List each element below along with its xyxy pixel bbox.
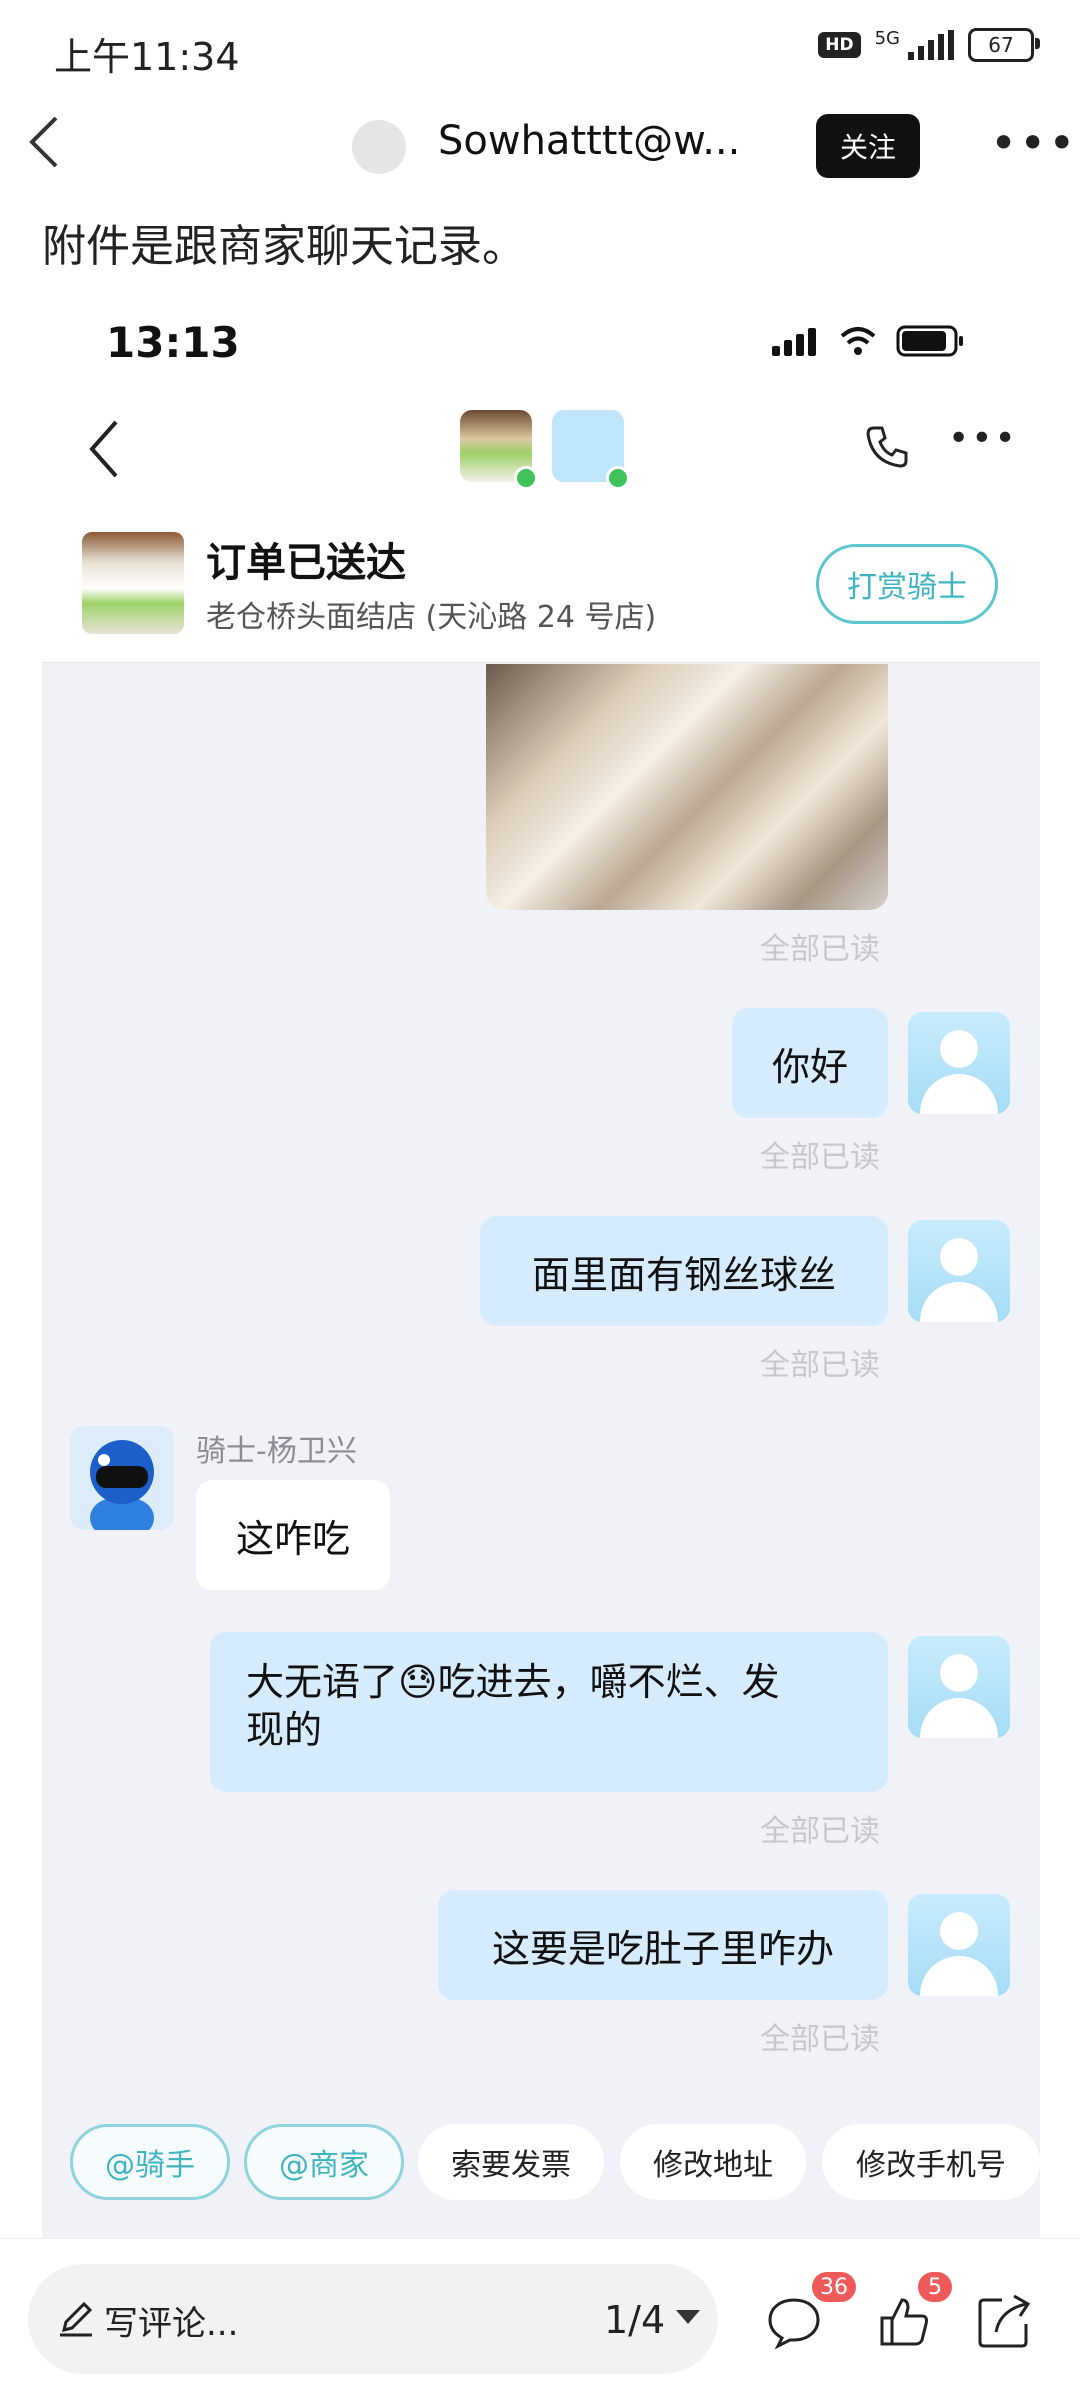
my-avatar (908, 1220, 1010, 1322)
rider-name: 骑士-杨卫兴 (196, 1434, 357, 1469)
share-icon[interactable] (976, 2292, 1034, 2350)
back-icon[interactable] (24, 112, 64, 172)
post-text: 附件是跟商家聊天记录。 (42, 221, 526, 272)
follow-button[interactable]: 关注 (816, 114, 920, 178)
quick-action-merchant[interactable]: @商家 (244, 2124, 404, 2200)
message-bubble: 你好 (732, 1008, 888, 1118)
my-avatar (908, 1894, 1010, 1996)
signal-icon (772, 328, 816, 356)
rider-avatar[interactable] (70, 1426, 174, 1530)
wifi-icon (840, 327, 876, 355)
status-time: 上午11:34 (54, 35, 240, 79)
read-receipt: 全部已读 (760, 932, 880, 967)
online-dot (606, 466, 630, 490)
comment-icon[interactable] (766, 2294, 822, 2350)
chat-more-icon[interactable]: ••• (948, 421, 1018, 457)
pen-icon (60, 2301, 93, 2337)
author-username[interactable]: Sowhatttt@w... (438, 118, 738, 164)
message-bubble: 大无语了😓吃进去，嚼不烂、发 现的 (210, 1632, 888, 1792)
comment-count-badge: 36 (812, 2272, 856, 2302)
quick-action-rider[interactable]: @骑手 (70, 2124, 230, 2200)
battery-level: 67 (988, 33, 1014, 57)
order-status: 订单已送达 (206, 540, 406, 586)
my-avatar (908, 1636, 1010, 1738)
my-avatar (908, 1012, 1010, 1114)
quick-action-invoice[interactable]: 索要发票 (418, 2124, 604, 2200)
food-photo[interactable] (486, 664, 888, 910)
online-dot (514, 466, 538, 490)
network-label: 5G (874, 27, 900, 49)
quick-action-phone[interactable]: 修改手机号 (822, 2124, 1040, 2200)
battery-icon (896, 325, 963, 357)
signal-icon (908, 30, 954, 60)
store-name: 老仓桥头面结店 (天沁路 24 号店) (206, 600, 657, 635)
battery-icon: 67 (968, 28, 1040, 62)
read-receipt: 全部已读 (760, 1348, 880, 1383)
chat-back-icon[interactable] (84, 414, 124, 484)
read-receipt: 全部已读 (760, 1814, 880, 1849)
caret-down-icon[interactable] (676, 2310, 700, 2324)
sweat-emoji: 😓 (398, 1660, 438, 1704)
like-icon[interactable] (876, 2294, 932, 2350)
read-receipt: 全部已读 (760, 2022, 880, 2057)
store-image (82, 532, 184, 634)
rider-helmet-icon (90, 1440, 154, 1530)
phone-icon[interactable] (864, 424, 910, 470)
screenshot-time: 13:13 (106, 318, 240, 367)
message-text: 现的 (246, 1708, 323, 1752)
rider-message-bubble: 这咋吃 (196, 1480, 390, 1590)
message-text: 大无语了 (246, 1660, 399, 1704)
like-count-badge: 5 (918, 2272, 952, 2302)
tip-rider-button[interactable]: 打赏骑士 (816, 544, 998, 624)
status-icons: HD 5G 67 (818, 27, 1040, 62)
screenshot-status-icons (770, 324, 966, 358)
read-receipt: 全部已读 (760, 1140, 880, 1175)
more-icon[interactable]: ••• (990, 120, 1077, 166)
message-bubble: 这要是吃肚子里咋办 (438, 1890, 888, 2000)
image-pager[interactable]: 1/4 (604, 2298, 665, 2342)
quick-action-address[interactable]: 修改地址 (620, 2124, 806, 2200)
message-bubble: 面里面有钢丝球丝 (480, 1216, 888, 1326)
author-avatar[interactable] (352, 120, 406, 174)
hd-icon: HD (818, 32, 861, 58)
message-text: 吃进去，嚼不烂、发 (437, 1660, 780, 1704)
comment-placeholder[interactable]: 写评论... (104, 2296, 238, 2345)
